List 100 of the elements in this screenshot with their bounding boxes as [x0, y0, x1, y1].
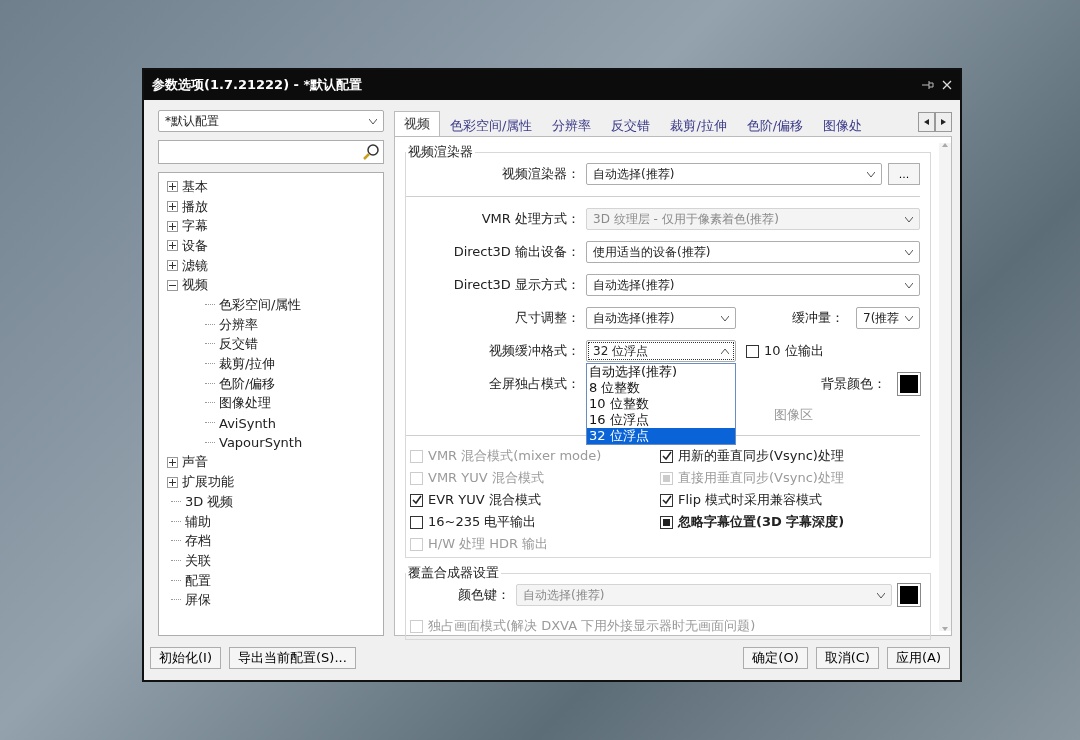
expand-icon[interactable] — [167, 220, 178, 232]
checkbox[interactable] — [746, 344, 759, 358]
checkbox[interactable] — [660, 493, 673, 507]
hint-text: 图像区 — [774, 406, 814, 424]
caret-icon — [867, 171, 875, 177]
caret-icon — [905, 282, 913, 288]
checkbox-label: Flip 模式时采用兼容模式 — [678, 491, 823, 509]
more-button[interactable]: ... — [888, 163, 920, 185]
expand-icon[interactable] — [167, 201, 178, 213]
setting-label: 缓冲量： — [792, 309, 845, 327]
caret-icon — [721, 315, 729, 321]
search-icon — [362, 143, 380, 161]
tree-item[interactable]: 滤镜 — [182, 256, 208, 275]
tree-item[interactable]: 设备 — [182, 236, 208, 255]
color-swatch[interactable] — [898, 584, 920, 606]
checkmark-icon — [661, 495, 672, 505]
expand-icon[interactable] — [167, 476, 178, 488]
profile-dropdown[interactable]: *默认配置 — [158, 110, 384, 132]
dropdown[interactable]: 自动选择(推荐) — [586, 307, 736, 329]
checkbox[interactable] — [660, 449, 673, 463]
scroll-left-icon[interactable] — [918, 112, 935, 132]
caret-icon — [369, 118, 377, 124]
checkbox-label: 10 位输出 — [764, 342, 824, 360]
expand-icon[interactable] — [167, 240, 178, 252]
search-field[interactable] — [158, 140, 384, 164]
tab[interactable]: 色阶/偏移 — [736, 114, 814, 136]
tree-item[interactable]: 反交错 — [219, 335, 258, 354]
dropdown[interactable]: 32 位浮点 — [586, 340, 736, 362]
dialog-button[interactable]: 确定(O) — [743, 647, 808, 669]
expand-icon[interactable] — [167, 456, 178, 468]
collapse-icon[interactable] — [167, 279, 178, 291]
tree-item[interactable]: 色阶/偏移 — [219, 374, 276, 393]
checkmark-icon — [411, 495, 422, 505]
tree-item[interactable]: 扩展功能 — [182, 473, 234, 492]
dropdown[interactable]: 自动选择(推荐) — [586, 274, 920, 296]
caret-icon — [877, 592, 885, 598]
pin-icon[interactable] — [922, 80, 934, 90]
setting-label: 尺寸调整： — [514, 309, 580, 327]
dialog-button[interactable]: 应用(A) — [886, 647, 950, 669]
dropdown[interactable]: 使用适当的设备(推荐) — [586, 241, 920, 263]
tree-item[interactable]: 存档 — [185, 532, 211, 551]
tree-item[interactable]: 图像处理 — [219, 394, 271, 413]
tab[interactable]: 视频 — [394, 111, 440, 136]
tree-item[interactable]: 视频 — [182, 276, 208, 295]
caret-icon — [905, 216, 913, 222]
tree-item[interactable]: 分辨率 — [219, 315, 258, 334]
tree-item[interactable]: 3D 视频 — [185, 492, 234, 511]
setting-label: 背景颜色： — [821, 375, 887, 393]
scroll-right-icon[interactable] — [935, 112, 952, 132]
caret-icon — [721, 348, 729, 354]
checkbox[interactable] — [660, 515, 673, 529]
setting-label: 全屏独占模式： — [488, 375, 580, 393]
checkbox-label: 用新的垂直同步(Vsync)处理 — [678, 447, 844, 465]
tree-item[interactable]: AviSynth — [219, 415, 276, 431]
checkmark-icon — [661, 451, 672, 461]
close-icon[interactable] — [942, 80, 952, 90]
tree-item[interactable]: 播放 — [182, 197, 208, 216]
dropdown[interactable]: 自动选择(推荐) — [586, 163, 882, 185]
tree-item[interactable]: 屏保 — [185, 591, 211, 610]
setting-label: Direct3D 输出设备： — [452, 243, 580, 261]
tab[interactable]: 图像处 — [813, 114, 873, 136]
tab[interactable]: 裁剪/拉伸 — [660, 114, 737, 136]
caret-icon — [905, 249, 913, 255]
dropdown-option[interactable]: 32 位浮点 — [587, 428, 735, 444]
dropdown[interactable]: 7(推荐 — [856, 307, 920, 329]
tree-item[interactable]: 声音 — [182, 453, 208, 472]
tree-item[interactable]: 色彩空间/属性 — [219, 295, 302, 314]
setting-label: 视频渲染器： — [501, 165, 580, 183]
checkbox[interactable] — [410, 493, 423, 507]
setting-label: Direct3D 显示方式： — [452, 276, 580, 294]
tree-item[interactable]: VapourSynth — [219, 435, 303, 451]
dialog-button[interactable]: 初始化(I) — [150, 647, 221, 669]
checkbox-label: H/W 处理 HDR 输出 — [428, 535, 549, 553]
expand-icon[interactable] — [167, 181, 178, 193]
checkbox-label: 16~235 电平输出 — [428, 513, 537, 531]
tree-item[interactable]: 裁剪/拉伸 — [219, 355, 276, 374]
tab[interactable]: 分辨率 — [542, 114, 602, 136]
dialog-button[interactable]: 导出当前配置(S)... — [229, 647, 356, 669]
checkbox-label: 直接用垂直同步(Vsync)处理 — [678, 469, 844, 487]
caret-icon — [905, 315, 913, 321]
group-title: 覆盖合成器设置 — [407, 564, 500, 582]
checkbox-label: 独占画面模式(解决 DXVA 下用外接显示器时无画面问题) — [428, 617, 756, 635]
tree-item[interactable]: 配置 — [185, 571, 211, 590]
setting-label: VMR 处理方式： — [480, 210, 580, 228]
checkbox-label: VMR 混合模式(mixer mode) — [428, 447, 602, 465]
checkbox[interactable] — [410, 515, 423, 529]
tab[interactable]: 色彩空间/属性 — [440, 114, 543, 136]
expand-icon[interactable] — [167, 260, 178, 272]
tree-item[interactable]: 辅助 — [185, 512, 211, 531]
group-title: 视频渲染器 — [407, 143, 474, 161]
tree-item[interactable]: 基本 — [182, 177, 208, 196]
dialog-button[interactable]: 取消(C) — [815, 647, 879, 669]
color-swatch[interactable] — [898, 373, 920, 395]
tree-item[interactable]: 关联 — [185, 551, 211, 570]
window-title: 参数选项(1.7.21222) - *默认配置 — [152, 76, 364, 94]
tree-item[interactable]: 字幕 — [182, 217, 208, 236]
checkbox-label: EVR YUV 混合模式 — [428, 491, 541, 509]
setting-label: 视频缓冲格式： — [488, 342, 580, 360]
tab[interactable]: 反交错 — [601, 114, 661, 136]
checkbox-label: 忽略字幕位置(3D 字幕深度) — [678, 513, 845, 531]
